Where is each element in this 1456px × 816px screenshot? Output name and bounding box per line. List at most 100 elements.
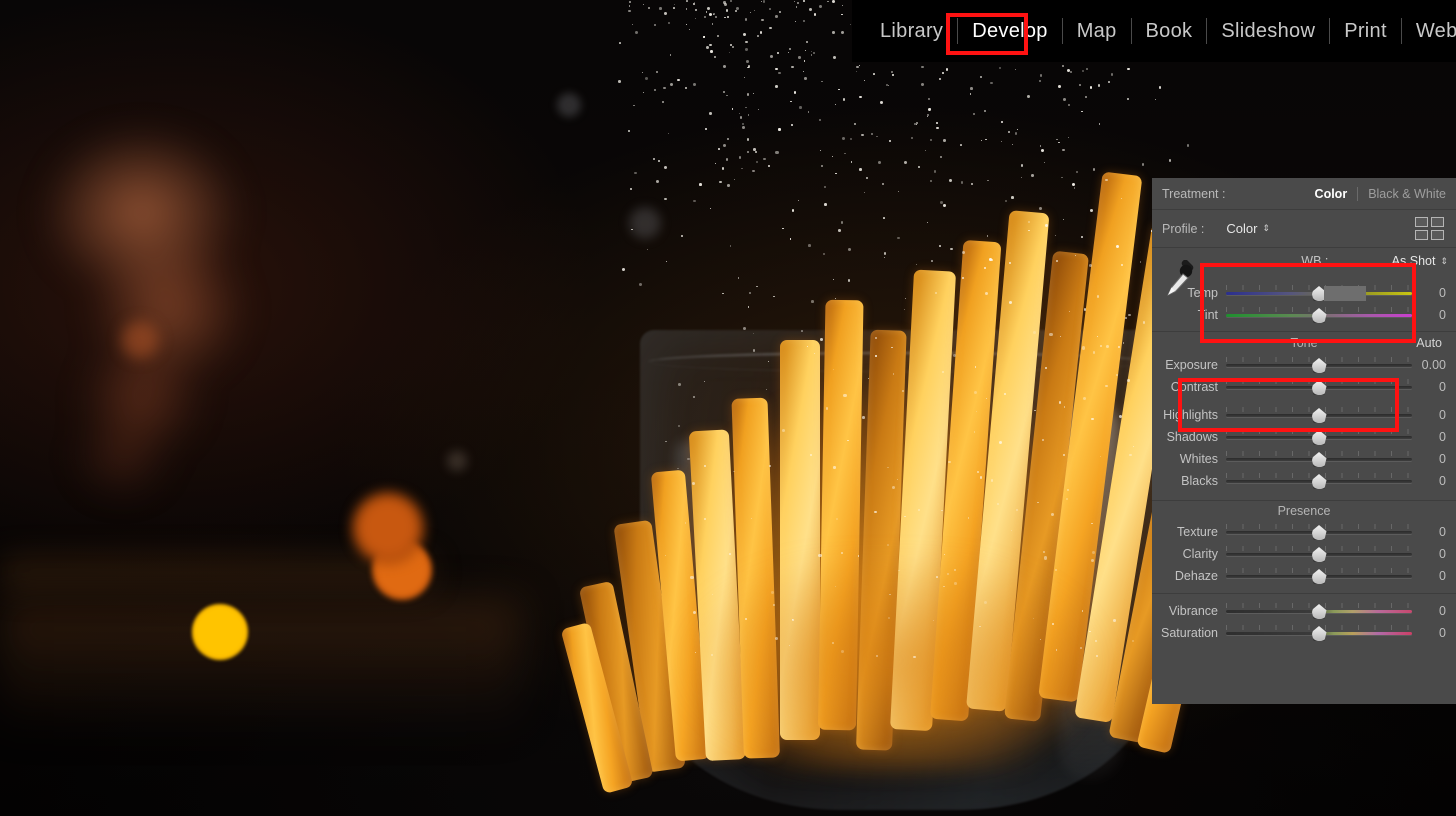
slider-track-whites[interactable] xyxy=(1226,448,1412,470)
treatment-label: Treatment : xyxy=(1162,186,1226,201)
treatment-option-black-and-white[interactable]: Black & White xyxy=(1368,187,1446,201)
photo-salt-grain xyxy=(714,56,716,59)
wb-preset-value[interactable]: As Shot xyxy=(1392,254,1436,268)
photo-salt-grain xyxy=(1062,148,1065,152)
photo-salt-grain xyxy=(703,15,706,19)
slider-label-blacks: Blacks xyxy=(1181,474,1218,488)
photo-salt-grain xyxy=(793,91,796,94)
photo-salt-grain xyxy=(694,9,697,12)
slider-track-temp[interactable] xyxy=(1226,282,1412,304)
slider-value-highlights[interactable]: 0 xyxy=(1412,408,1456,422)
slider-value-temp[interactable]: 0 xyxy=(1412,286,1456,300)
slider-track-saturation[interactable] xyxy=(1226,622,1412,644)
photo-salt-grain xyxy=(1011,196,1014,199)
slider-value-texture[interactable]: 0 xyxy=(1412,525,1456,539)
photo-salt-grain xyxy=(806,345,809,348)
photo-salt-grain xyxy=(1039,74,1042,77)
slider-value-whites[interactable]: 0 xyxy=(1412,452,1456,466)
photo-salt-grain xyxy=(970,87,973,90)
photo-salt-grain xyxy=(1089,85,1093,89)
photo-salt-grain xyxy=(939,155,943,159)
photo-salt-grain xyxy=(647,248,649,251)
develop-right-panel: Treatment : Color Black & White Profile … xyxy=(1152,178,1456,704)
slider-row-shadows: Shadows 0 xyxy=(1152,426,1456,448)
photo-salt-grain xyxy=(803,60,806,62)
slider-label-vibrance: Vibrance xyxy=(1168,604,1218,618)
photo-salt-grain xyxy=(1110,73,1113,76)
photo-salt-grain xyxy=(1158,86,1162,89)
photo-salt-grain xyxy=(1063,219,1065,221)
photo-salt-grain xyxy=(653,88,656,91)
slider-track-tint[interactable] xyxy=(1226,304,1412,326)
module-library[interactable]: Library xyxy=(866,20,957,43)
slider-value-shadows[interactable]: 0 xyxy=(1412,430,1456,444)
photo-salt-grain xyxy=(967,517,970,519)
divider xyxy=(1357,186,1359,201)
photo-salt-grain xyxy=(1081,346,1085,350)
slider-track-dehaze[interactable] xyxy=(1226,565,1412,587)
photo-salt-grain xyxy=(1062,97,1066,101)
photo-salt-grain xyxy=(722,64,726,68)
slider-value-dehaze[interactable]: 0 xyxy=(1412,569,1456,583)
photo-salt-grain xyxy=(797,199,799,201)
treatment-option-color[interactable]: Color xyxy=(1315,187,1348,201)
slider-track-vibrance[interactable] xyxy=(1226,600,1412,622)
photo-salt-grain xyxy=(902,389,905,392)
profile-grid-icon[interactable] xyxy=(1415,217,1444,240)
module-book[interactable]: Book xyxy=(1132,20,1207,43)
slider-track-exposure[interactable] xyxy=(1226,354,1412,376)
photo-salt-grain xyxy=(802,0,806,3)
photo-salt-grain xyxy=(678,383,682,386)
module-print[interactable]: Print xyxy=(1330,20,1401,43)
module-map[interactable]: Map xyxy=(1063,20,1131,43)
photo-salt-grain xyxy=(729,245,731,247)
photo-salt-grain xyxy=(747,114,750,116)
profile-stepper-icon[interactable]: ⇕ xyxy=(1262,224,1270,233)
photo-salt-grain xyxy=(622,267,626,271)
photo-salt-grain xyxy=(877,161,881,165)
wb-stepper-icon[interactable]: ⇕ xyxy=(1440,256,1448,266)
slider-track-shadows[interactable] xyxy=(1226,426,1412,448)
photo-salt-grain xyxy=(746,138,750,141)
photo-salt-grain xyxy=(799,106,802,109)
photo-salt-grain xyxy=(841,13,843,16)
slider-track-clarity[interactable] xyxy=(1226,543,1412,565)
photo-salt-grain xyxy=(731,108,734,110)
profile-value[interactable]: Color xyxy=(1226,221,1257,236)
photo-salt-grain xyxy=(654,23,657,27)
photo-salt-grain xyxy=(1043,161,1046,164)
photo-salt-grain xyxy=(1003,392,1007,396)
tone-auto-button[interactable]: Auto xyxy=(1416,336,1456,350)
slider-track-contrast[interactable] xyxy=(1226,376,1412,398)
photo-salt-grain xyxy=(883,252,887,255)
slider-value-exposure[interactable]: 0.00 xyxy=(1412,358,1456,372)
slider-value-vibrance[interactable]: 0 xyxy=(1412,604,1456,618)
photo-salt-grain xyxy=(775,15,778,19)
photo-salt-grain xyxy=(973,390,977,395)
photo-table-highlight xyxy=(0,560,430,596)
module-web[interactable]: Web xyxy=(1402,20,1456,43)
slider-value-clarity[interactable]: 0 xyxy=(1412,547,1456,561)
slider-value-saturation[interactable]: 0 xyxy=(1412,626,1456,640)
photo-salt-grain xyxy=(728,52,730,53)
photo-salt-grain xyxy=(1096,295,1100,298)
slider-value-blacks[interactable]: 0 xyxy=(1412,474,1456,488)
module-slideshow[interactable]: Slideshow xyxy=(1207,20,1329,43)
photo-salt-grain xyxy=(929,138,933,141)
photo-salt-grain xyxy=(842,4,844,6)
photo-salt-grain xyxy=(703,35,705,37)
slider-track-blacks[interactable] xyxy=(1226,470,1412,492)
photo-salt-grain xyxy=(1010,529,1012,531)
photo-salt-grain xyxy=(634,171,637,175)
slider-value-field-temp[interactable] xyxy=(1324,286,1366,301)
photo-salt-grain xyxy=(969,93,972,96)
slider-value-contrast[interactable]: 0 xyxy=(1412,380,1456,394)
photo-salt-grain xyxy=(808,8,812,12)
slider-track-highlights[interactable] xyxy=(1226,404,1412,426)
photo-salt-grain xyxy=(1090,558,1095,562)
slider-track-texture[interactable] xyxy=(1226,521,1412,543)
slider-value-tint[interactable]: 0 xyxy=(1412,308,1456,322)
module-develop[interactable]: Develop xyxy=(958,20,1061,43)
photo-salt-grain xyxy=(802,71,804,73)
photo-salt-grain xyxy=(890,71,894,74)
